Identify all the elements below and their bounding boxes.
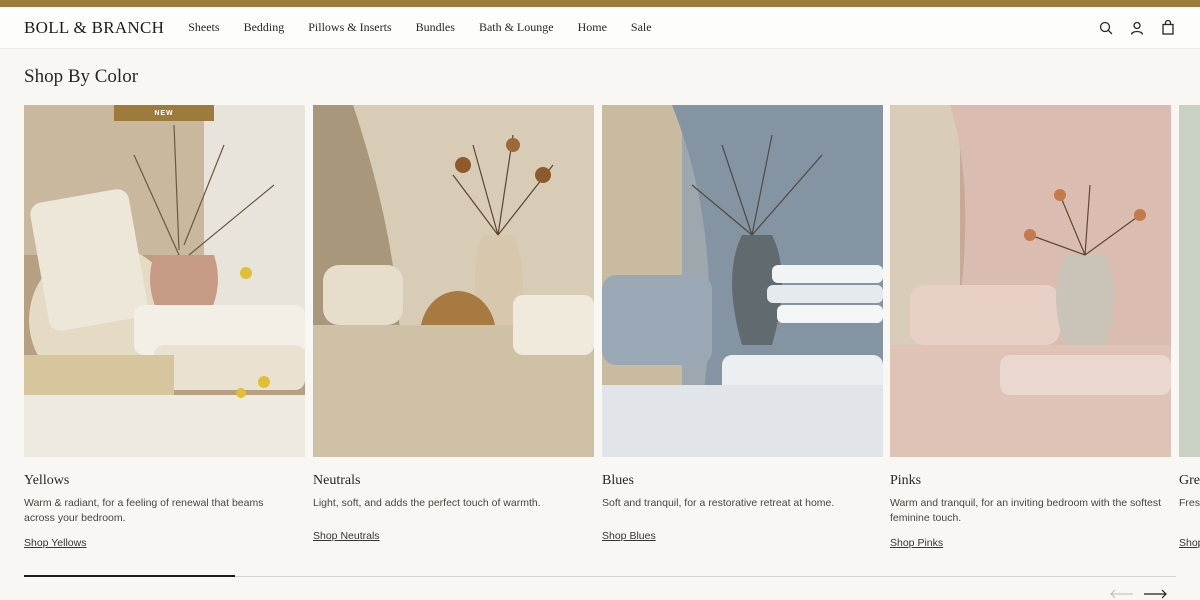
card-title: Blues bbox=[602, 473, 634, 488]
shop-pinks-link[interactable]: Shop Pinks bbox=[890, 537, 943, 549]
nav-item-pillows-inserts[interactable]: Pillows & Inserts bbox=[308, 20, 391, 35]
card-greens[interactable]: Greens Fresh and calm, for a natural atm… bbox=[1179, 105, 1200, 551]
section-title: Shop By Color bbox=[24, 66, 139, 87]
card-image[interactable] bbox=[602, 105, 883, 457]
bag-icon[interactable] bbox=[1159, 19, 1176, 36]
card-image[interactable] bbox=[313, 105, 594, 457]
prev-arrow-icon[interactable] bbox=[1110, 588, 1136, 600]
card-neutrals[interactable]: Neutrals Light, soft, and adds the perfe… bbox=[313, 105, 594, 544]
main-nav: Sheets Bedding Pillows & Inserts Bundles… bbox=[188, 20, 675, 35]
card-title: Pinks bbox=[890, 473, 922, 488]
card-description: Light, soft, and adds the perfect touch … bbox=[313, 497, 541, 509]
new-badge: NEW bbox=[114, 105, 214, 121]
nav-item-bath-lounge[interactable]: Bath & Lounge bbox=[479, 20, 554, 35]
card-image[interactable]: NEW bbox=[24, 105, 305, 457]
account-icon[interactable] bbox=[1128, 19, 1145, 36]
card-yellows[interactable]: NEW Yellows Warm & radiant, for a feelin… bbox=[24, 105, 305, 551]
shop-neutrals-link[interactable]: Shop Neutrals bbox=[313, 530, 380, 542]
shop-blues-link[interactable]: Shop Blues bbox=[602, 530, 656, 542]
card-description: Soft and tranquil, for a restorative ret… bbox=[602, 497, 835, 509]
card-description: Warm and tranquil, for an inviting bedro… bbox=[890, 497, 1161, 524]
header-actions bbox=[1097, 19, 1176, 36]
carousel-progress-fill bbox=[24, 575, 235, 577]
nav-item-home[interactable]: Home bbox=[578, 20, 607, 35]
top-accent-bar bbox=[0, 0, 1200, 7]
card-description: Fresh and calm, for a natural atmosphere… bbox=[1179, 497, 1200, 509]
nav-item-bundles[interactable]: Bundles bbox=[416, 20, 455, 35]
card-pinks[interactable]: Pinks Warm and tranquil, for an inviting… bbox=[890, 105, 1171, 551]
card-blues[interactable]: Blues Soft and tranquil, for a restorati… bbox=[602, 105, 883, 544]
nav-item-sheets[interactable]: Sheets bbox=[188, 20, 219, 35]
shop-yellows-link[interactable]: Shop Yellows bbox=[24, 537, 86, 549]
next-arrow-icon[interactable] bbox=[1143, 588, 1169, 600]
shop-greens-link[interactable]: Shop Greens bbox=[1179, 537, 1200, 549]
nav-item-bedding[interactable]: Bedding bbox=[244, 20, 285, 35]
site-header: BOLL & BRANCH Sheets Bedding Pillows & I… bbox=[0, 7, 1200, 49]
nav-item-sale[interactable]: Sale bbox=[631, 20, 652, 35]
brand-logo[interactable]: BOLL & BRANCH bbox=[24, 18, 164, 38]
card-title: Neutrals bbox=[313, 473, 361, 488]
card-title: Greens bbox=[1179, 473, 1200, 488]
color-carousel[interactable]: NEW Yellows Warm & radiant, for a feelin… bbox=[24, 105, 1200, 565]
card-description: Warm & radiant, for a feeling of renewal… bbox=[24, 497, 264, 524]
card-image[interactable] bbox=[1179, 105, 1200, 457]
card-image[interactable] bbox=[890, 105, 1171, 457]
search-icon[interactable] bbox=[1097, 19, 1114, 36]
card-title: Yellows bbox=[24, 473, 70, 488]
